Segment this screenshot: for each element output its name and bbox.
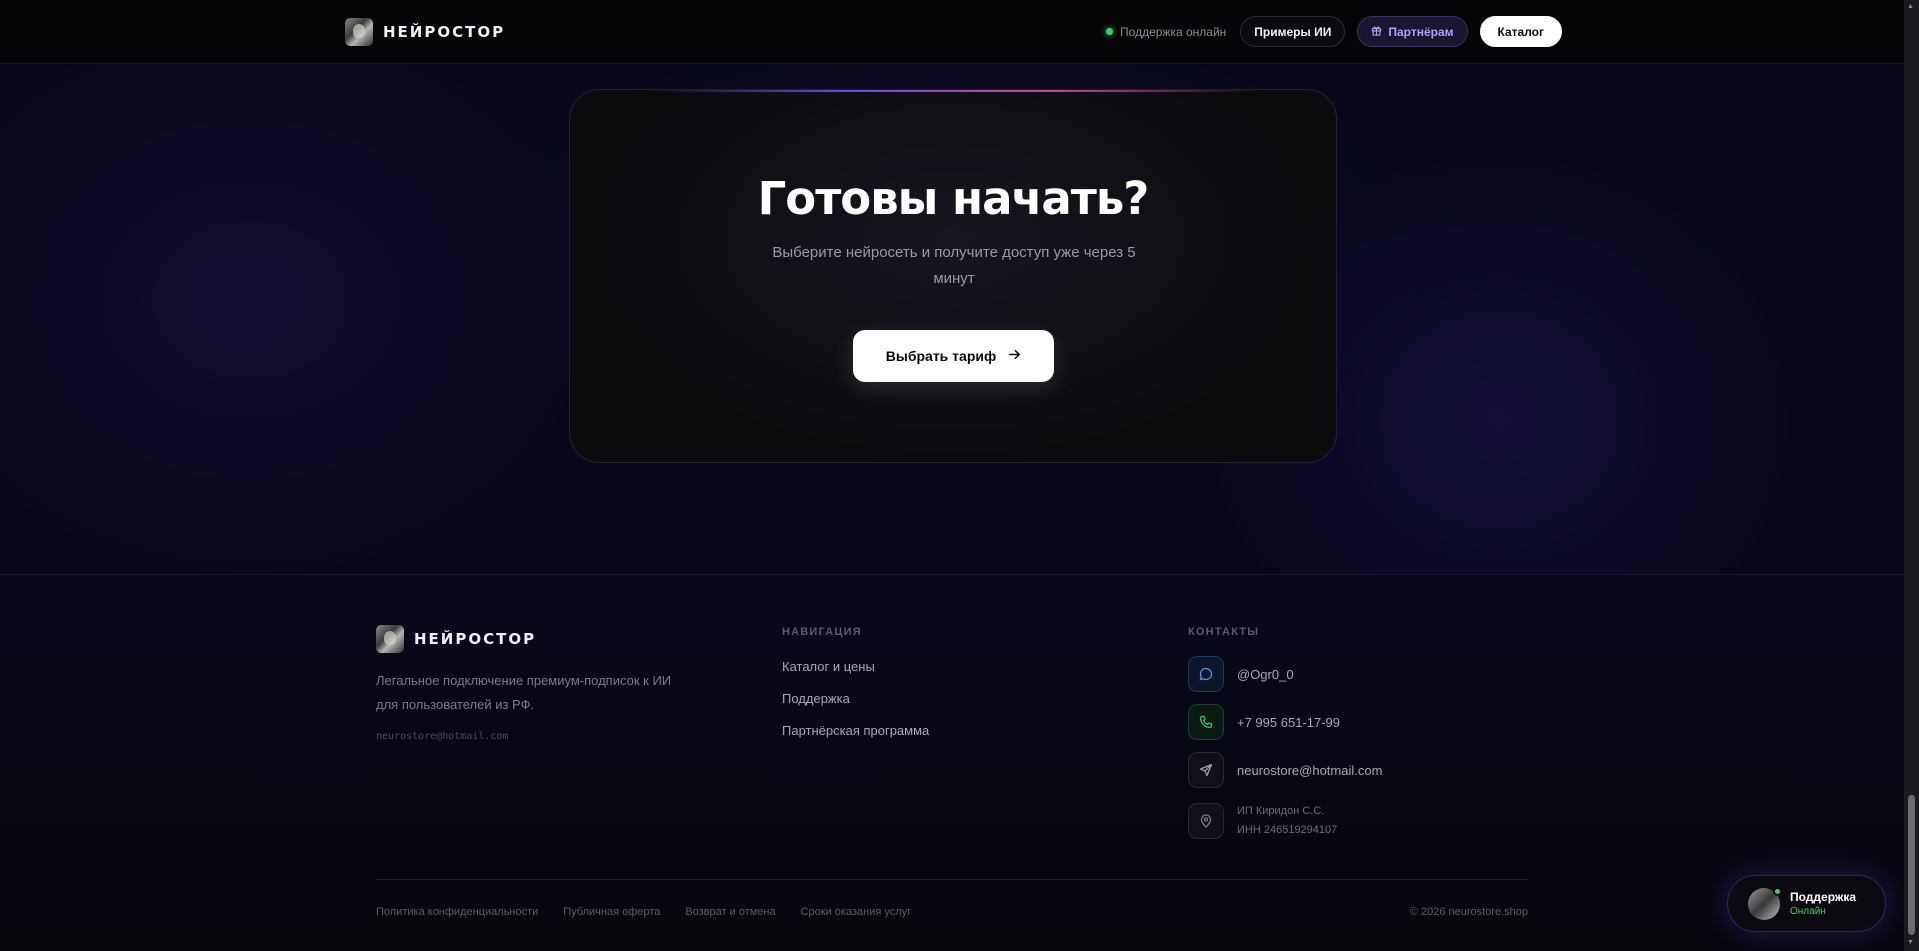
partners-label: Партнёрам: [1388, 24, 1454, 39]
refund-link[interactable]: Возврат и отмена: [685, 906, 775, 918]
gift-icon: [1371, 25, 1382, 39]
footer-description: Легальное подключение премиум-подписок к…: [376, 673, 672, 712]
contact-email[interactable]: neurostore@hotmail.com: [1188, 752, 1382, 788]
phone-number: +7 995 651-17-99: [1237, 714, 1341, 730]
top-header: НЕЙРОСТОР Поддержка онлайн Примеры ИИ Па…: [0, 0, 1904, 64]
cta-card: Готовы начать? Выберите нейросеть и полу…: [569, 89, 1337, 463]
footer-brand-name: НЕЙРОСТОР: [414, 630, 537, 648]
brand-name: НЕЙРОСТОР: [383, 23, 506, 41]
scroll-down-icon[interactable]: ▼: [1907, 939, 1914, 946]
examples-button[interactable]: Примеры ИИ: [1240, 16, 1346, 47]
support-status-text: Поддержка онлайн: [1120, 24, 1227, 39]
phone-icon: [1188, 704, 1224, 740]
legal-inn: ИНН 246519294107: [1237, 824, 1338, 836]
header-brand[interactable]: НЕЙРОСТОР: [345, 18, 505, 46]
scroll-thumb[interactable]: [1908, 795, 1915, 935]
copyright: © 2026 neurostore.shop: [1409, 906, 1528, 918]
legal-info: ИП Киридон С.С. ИНН 246519294107: [1237, 802, 1337, 840]
nav-link-partner-program[interactable]: Партнёрская программа: [782, 723, 929, 738]
footer-email: neurostore@hotmail.com: [376, 731, 509, 742]
footer-brand[interactable]: НЕЙРОСТОР: [376, 625, 536, 653]
support-widget-status: Онлайн: [1790, 906, 1826, 917]
choose-plan-button[interactable]: Выбрать тариф: [853, 330, 1054, 382]
catalog-label: Каталог: [1497, 24, 1545, 39]
header-nav: Поддержка онлайн Примеры ИИ Партнёрам Ка…: [1106, 16, 1562, 47]
footer: НЕЙРОСТОР Легальное подключение премиум-…: [0, 574, 1904, 951]
page-scrollbar[interactable]: ▲ ▼: [1904, 0, 1919, 951]
privacy-policy-link[interactable]: Политика конфиденциальности: [376, 906, 538, 918]
support-widget-title: Поддержка: [1790, 890, 1857, 904]
online-dot-icon: [1773, 886, 1782, 896]
legal-links: Политика конфиденциальности Публичная оф…: [376, 906, 911, 918]
cta-subtitle: Выберите нейросеть и получите доступ уже…: [772, 244, 1136, 287]
chat-bubble-icon: [1188, 656, 1224, 692]
public-offer-link[interactable]: Публичная оферта: [563, 906, 660, 918]
map-pin-icon: [1188, 803, 1224, 839]
footer-divider: [376, 879, 1528, 880]
choose-plan-label: Выбрать тариф: [885, 348, 997, 364]
support-chat-widget[interactable]: Поддержка Онлайн: [1727, 875, 1886, 932]
nav-link-support[interactable]: Поддержка: [782, 691, 850, 706]
logo-image: [345, 18, 373, 46]
page-background: НЕЙРОСТОР Поддержка онлайн Примеры ИИ Па…: [0, 0, 1904, 951]
send-icon: [1188, 752, 1224, 788]
examples-label: Примеры ИИ: [1254, 24, 1332, 39]
footer-logo-image: [376, 625, 404, 653]
support-widget-text: Поддержка Онлайн: [1790, 890, 1856, 917]
scroll-up-icon[interactable]: ▲: [1907, 3, 1914, 10]
telegram-handle: @Ogr0_0: [1237, 666, 1294, 682]
online-dot-icon: [1106, 28, 1114, 35]
cta-title: Готовы начать?: [757, 172, 1150, 225]
support-online-indicator[interactable]: Поддержка онлайн: [1106, 25, 1226, 39]
partners-button[interactable]: Партнёрам: [1357, 16, 1468, 47]
contact-phone[interactable]: +7 995 651-17-99: [1188, 704, 1340, 740]
contact-address: ИП Киридон С.С. ИНН 246519294107: [1188, 802, 1337, 840]
contacts-heading: КОНТАКТЫ: [1188, 626, 1260, 638]
service-terms-link[interactable]: Сроки оказания услуг: [801, 906, 912, 918]
contact-telegram[interactable]: @Ogr0_0: [1188, 656, 1294, 692]
contact-email-text: neurostore@hotmail.com: [1237, 762, 1383, 778]
navigation-heading: НАВИГАЦИЯ: [782, 626, 862, 638]
nav-link-catalog[interactable]: Каталог и цены: [782, 659, 875, 674]
catalog-button[interactable]: Каталог: [1479, 16, 1562, 47]
arrow-right-icon: [1008, 348, 1021, 365]
legal-name: ИП Киридон С.С.: [1237, 805, 1325, 817]
support-avatar: [1748, 886, 1782, 920]
